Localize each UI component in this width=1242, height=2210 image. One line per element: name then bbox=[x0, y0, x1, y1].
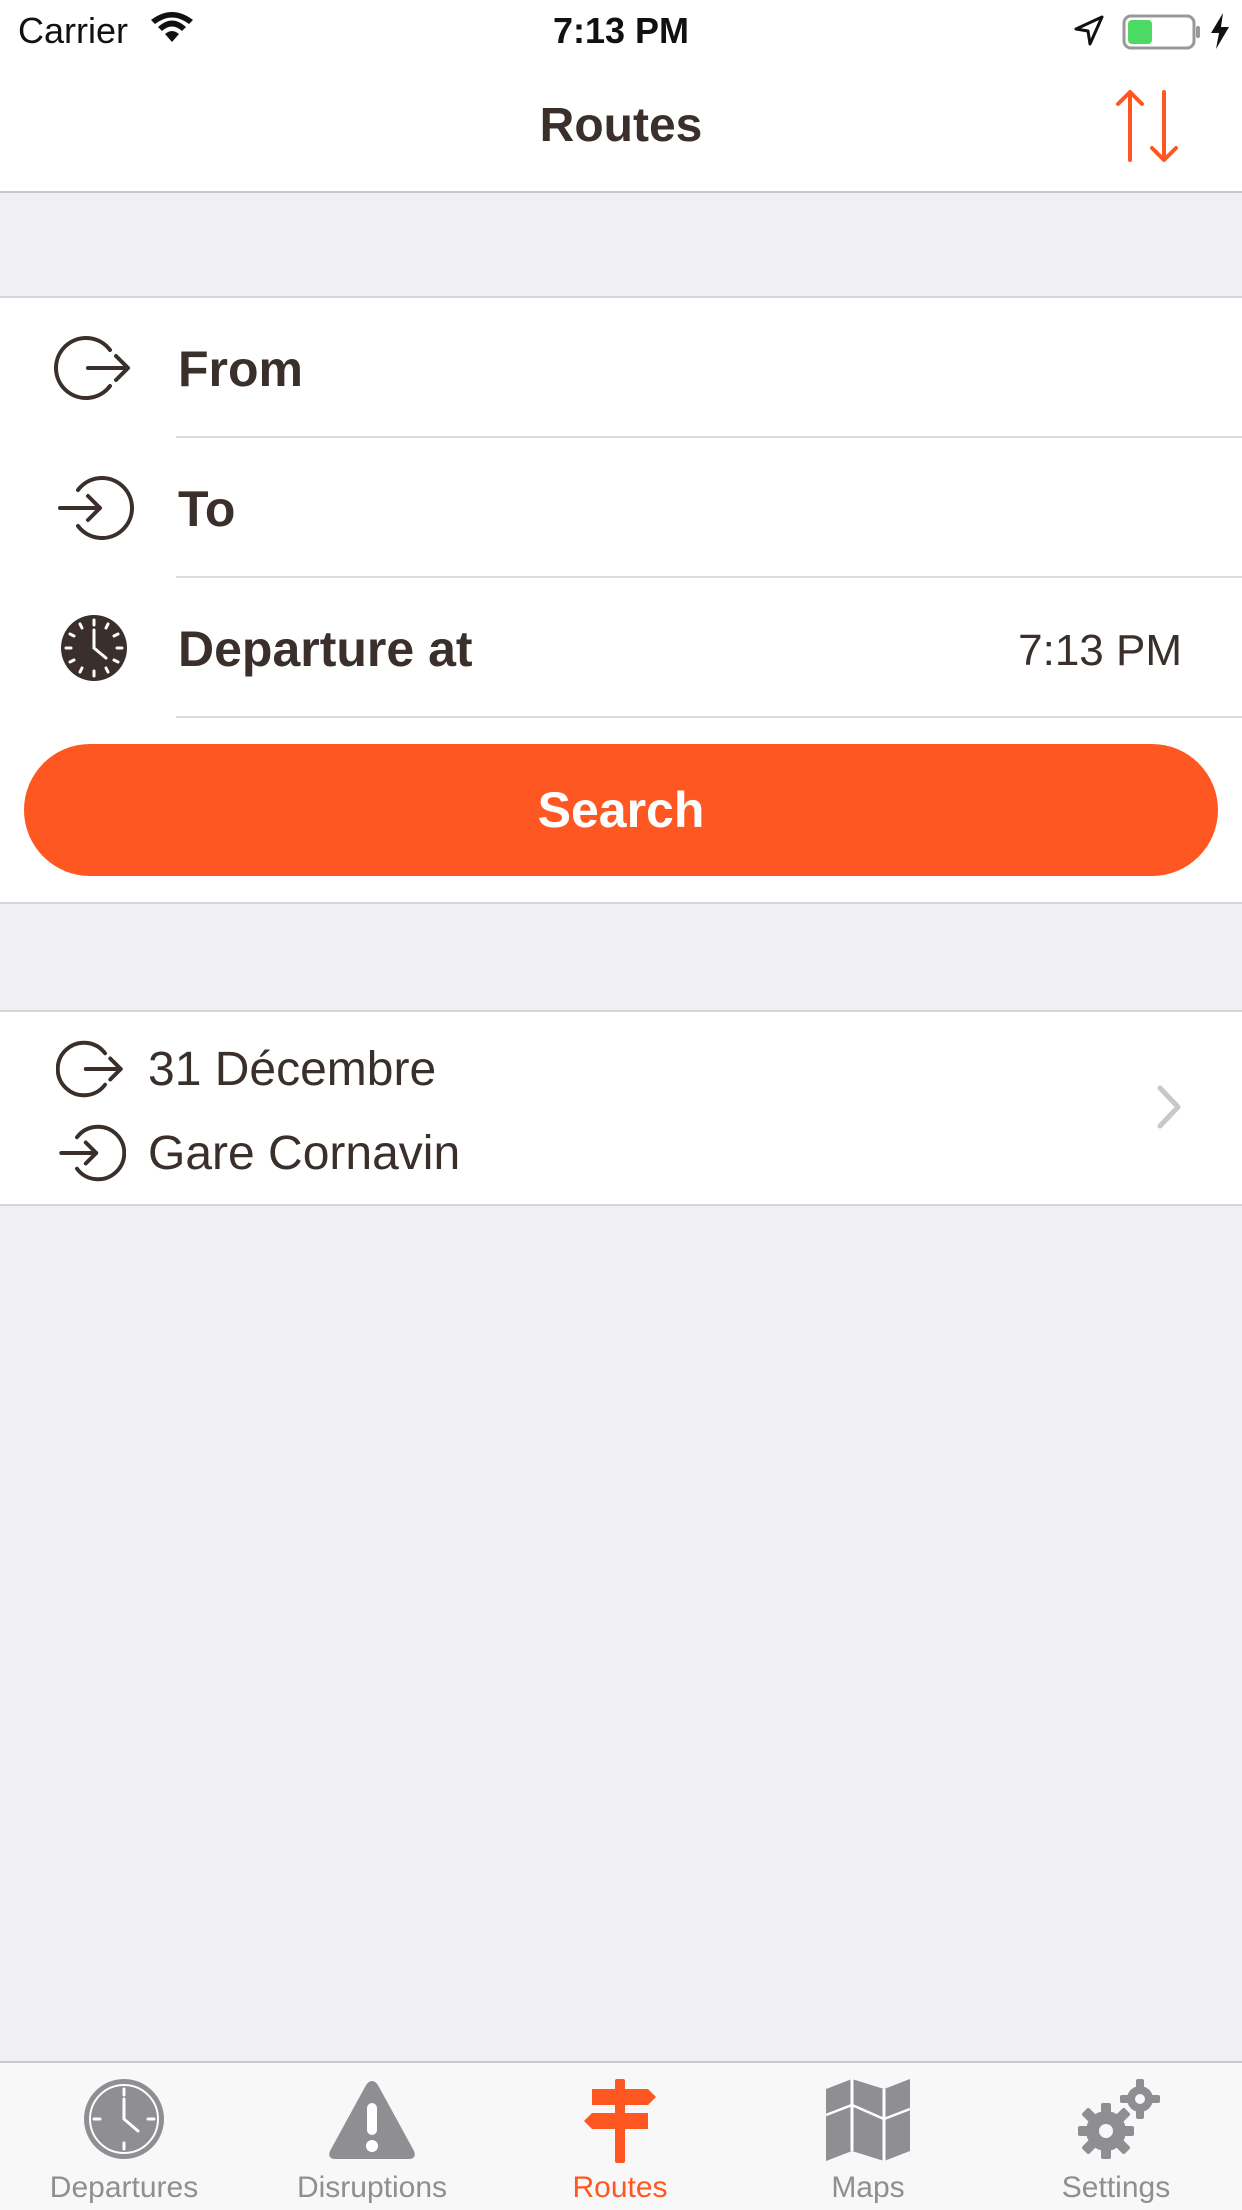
status-time: 7:13 PM bbox=[552, 10, 690, 51]
battery-icon bbox=[1122, 14, 1200, 50]
signpost-icon bbox=[584, 2079, 656, 2163]
tab-routes[interactable]: Routes bbox=[496, 2063, 744, 2210]
chevron-right-icon bbox=[1157, 1085, 1181, 1129]
map-icon bbox=[825, 2079, 911, 2161]
search-button[interactable]: Search bbox=[24, 744, 1218, 876]
departure-exit-icon bbox=[56, 1040, 123, 1098]
from-label: From bbox=[178, 341, 303, 397]
departure-exit-icon bbox=[54, 336, 130, 400]
divider bbox=[176, 716, 1242, 718]
gears-icon bbox=[1078, 2079, 1160, 2159]
navigation-bar: Routes bbox=[0, 62, 1242, 193]
clock-icon bbox=[84, 2079, 164, 2159]
clock-icon bbox=[61, 615, 127, 681]
tab-label: Departures bbox=[49, 2171, 199, 2204]
departure-time-value: 7:13 PM bbox=[1018, 626, 1182, 675]
tab-bar: Departures Disruptions Routes Maps Setti… bbox=[0, 2061, 1242, 2210]
recent-route-from: 31 Décembre bbox=[148, 1043, 437, 1096]
departure-time-row[interactable]: Departure at 7:13 PM bbox=[0, 578, 1242, 718]
departure-label: Departure at bbox=[178, 621, 473, 677]
warning-icon bbox=[329, 2081, 415, 2159]
tab-label: Routes bbox=[572, 2171, 668, 2204]
from-row[interactable]: From bbox=[0, 298, 1242, 438]
page-title: Routes bbox=[539, 99, 703, 152]
swap-vertical-arrows-icon[interactable] bbox=[1112, 86, 1182, 166]
arrival-enter-icon bbox=[58, 476, 134, 540]
tab-label: Settings bbox=[1061, 2171, 1171, 2204]
location-arrow-icon bbox=[1074, 15, 1104, 46]
tab-label: Maps bbox=[831, 2171, 905, 2204]
arrival-enter-icon bbox=[59, 1124, 126, 1182]
tab-label: Disruptions bbox=[296, 2171, 448, 2204]
to-row[interactable]: To bbox=[0, 438, 1242, 578]
tab-settings[interactable]: Settings bbox=[992, 2063, 1240, 2210]
tab-maps[interactable]: Maps bbox=[744, 2063, 992, 2210]
to-label: To bbox=[178, 481, 236, 537]
status-bar: Carrier 7:13 PM bbox=[0, 0, 1242, 62]
recent-route-item[interactable]: 31 Décembre Gare Cornavin bbox=[0, 1010, 1242, 1206]
recent-route-to: Gare Cornavin bbox=[148, 1127, 461, 1180]
tab-departures[interactable]: Departures bbox=[0, 2063, 248, 2210]
charging-bolt-icon bbox=[1211, 13, 1229, 49]
tab-disruptions[interactable]: Disruptions bbox=[248, 2063, 496, 2210]
